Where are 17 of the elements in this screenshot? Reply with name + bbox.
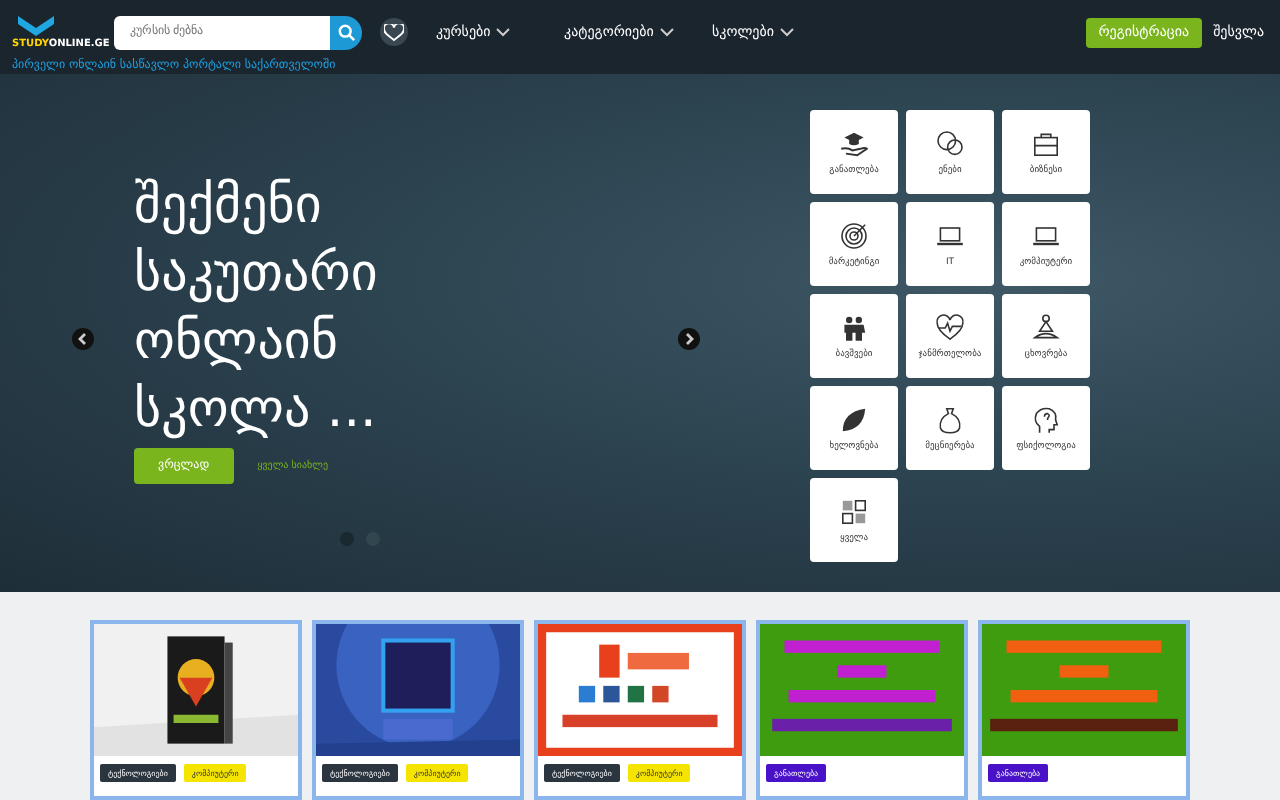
graduation-hand-icon [838, 128, 870, 161]
chevron-down-icon [659, 27, 674, 37]
search-icon [337, 23, 355, 41]
favorites-button[interactable] [380, 18, 408, 46]
chevron-down-icon [496, 27, 511, 37]
search-button[interactable] [330, 15, 362, 49]
hero-title: შექმენი საკუთარი ონლაინ სკოლა ... [134, 173, 380, 444]
heart-pulse-icon [934, 312, 966, 345]
leaf-icon [838, 404, 870, 437]
grid-icon [838, 496, 870, 529]
chevron-down-icon [779, 27, 794, 37]
target-icon [838, 220, 870, 253]
briefcase-icon [1030, 128, 1062, 161]
money-bag-icon [934, 404, 966, 437]
children-icon [838, 312, 870, 345]
speech-bubbles-icon [934, 128, 966, 161]
head-question-icon [1030, 404, 1062, 437]
